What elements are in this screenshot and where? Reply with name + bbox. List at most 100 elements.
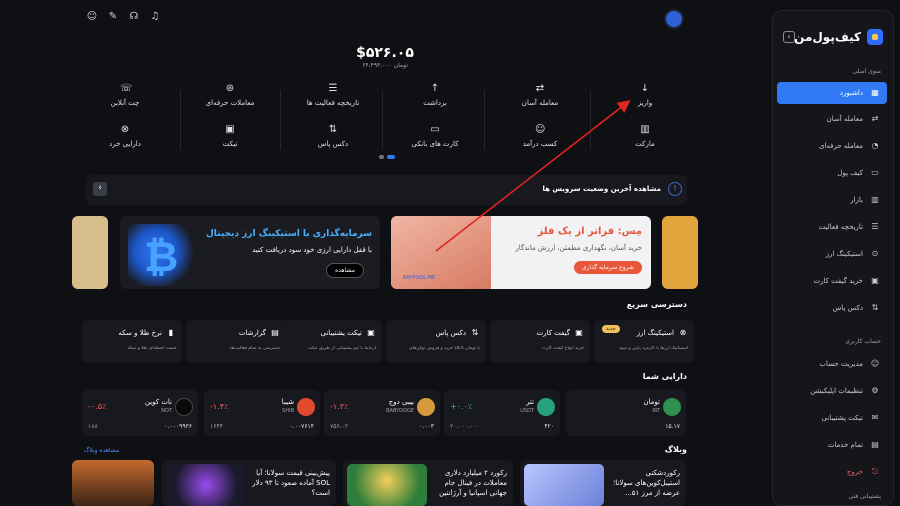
sidebar-item-label: بازار (850, 196, 863, 204)
total-balance: $۵۲۶.۰۵ (356, 45, 414, 61)
action-market[interactable]: ▥ مارکت (595, 125, 695, 149)
carousel-dot[interactable] (379, 155, 384, 159)
action-small-assets[interactable]: ⊗ دارایی خرد (75, 124, 175, 149)
blog-image (524, 464, 604, 506)
action-earn[interactable]: ☺ کسب درآمد (490, 125, 590, 149)
sidebar-item-staking[interactable]: استیکینگ ارز ⊙ (777, 243, 887, 265)
action-easy-trade[interactable]: ⇄ معامله آسان (490, 83, 590, 108)
headset-icon[interactable]: ☊ (128, 11, 140, 23)
asset-name: شیبا (281, 398, 294, 406)
asset-card-usdt[interactable]: +۰.۰٪ تتر USDT ۴۲۰ ۲۰،۰۰۰،۰۰۰ (444, 390, 560, 436)
sidebar-section-account: حساب کاربری (845, 338, 881, 345)
action-deposit[interactable]: ↓ واریز (595, 83, 695, 108)
avatar[interactable] (664, 9, 684, 29)
assets-title: دارایی شما (642, 372, 687, 381)
asset-price: ۲۰،۰۰۰،۰۰۰ (450, 423, 480, 430)
brand-logo[interactable]: کیف‌پول‌من (794, 29, 883, 45)
bell-icon[interactable]: ♫ (149, 11, 161, 23)
banner-copper[interactable]: RAYPOOL.ME مِس: فراتر از یک فلز خرید آسا… (391, 216, 651, 289)
sidebar-item-label: تیکت پشتیبانی (821, 414, 863, 422)
quick-card-sub: دسترسی به تمام فعالیت‌ها (230, 346, 280, 351)
quick-card-dex[interactable]: دکس پاس ⇅ خرید و فروش توکن‌های DEX با توم… (386, 320, 486, 363)
asset-card-babydoge[interactable]: -۱.۳٪ بیبی دوج BABYDOGE ۰.۰۰۳ ۷۵۶،۰۲ (324, 390, 440, 436)
sidebar-item-support[interactable]: تیکت پشتیبانی ✉ (777, 407, 887, 429)
sidebar-item-dashboard[interactable]: داشبورد ▦ (777, 82, 887, 104)
quick-card-sub: ارتباط با تیم پشتیبانی از طریق تیکت (307, 346, 376, 351)
asset-change: -۱.۳٪ (330, 402, 349, 411)
profile-icon[interactable]: ☺ (86, 11, 98, 23)
service-status-bar[interactable]: ! مشاهده آخرین وضعیت سرویس ها ‹ (86, 175, 687, 205)
asset-card-not[interactable]: -۰.۵٪ نات کوین NOT ۰.۰۰۰۹۹۳۶ ۱۸۸ (82, 390, 198, 436)
service-status-title: مشاهده آخرین وضعیت سرویس ها (542, 185, 661, 193)
divider (590, 90, 591, 150)
blog-card-title: پیش‌بینی قیمت سولانا؛ آیا SOL آماده صعود… (252, 469, 330, 497)
action-label: مارکت (635, 140, 655, 148)
sidebar-item-logout[interactable]: خروج ⎋ (777, 461, 887, 483)
sidebar-item-wallet[interactable]: کیف پول ▭ (777, 162, 887, 184)
blog-card-partial[interactable] (72, 460, 154, 506)
sidebar-item-label: تاریخچه فعالیت (818, 223, 863, 231)
gold-icon: ▮ (168, 328, 174, 337)
stake-icon: ⊙ (871, 249, 879, 258)
action-label: برداشت (423, 99, 447, 107)
quick-card-staking[interactable]: جدید استیکینگ ارز ⊗ استیکینگ ارزها با کار… (594, 320, 694, 363)
banner-partial-left[interactable] (72, 216, 108, 289)
quick-card-sub: استیکینگ ارزها با کارمزد پایین و سود (618, 346, 688, 351)
dex-icon: ⇅ (328, 124, 338, 135)
edit-icon[interactable]: ✎ (107, 11, 119, 23)
asset-change: -۰.۵٪ (88, 402, 107, 411)
blog-card[interactable]: رکوردشکنی استیبل‌کوین‌های سولانا؛ عرضه ا… (520, 460, 686, 506)
history-icon: ☰ (328, 83, 338, 94)
quick-card-gift[interactable]: گیفت کارت ▣ خرید انواع گیفت کارت (490, 320, 590, 363)
action-ticket[interactable]: ▣ تیکت (180, 124, 280, 149)
banner-view-button[interactable]: مشاهده (326, 263, 364, 278)
asset-card-irt[interactable]: تومان IRT ۱۵.۱۷ (566, 390, 686, 436)
swap-icon: ⇄ (535, 83, 545, 94)
sidebar-item-dex-pass[interactable]: دکس پاس ⇅ (777, 297, 887, 319)
quick-card-reports[interactable]: گزارشات ▤ دسترسی به تمام فعالیت‌ها (186, 320, 286, 363)
asset-change: -۱.۴٪ (210, 402, 229, 411)
sidebar-item-account[interactable]: مدیریت حساب ☺ (777, 353, 887, 375)
action-label: کسب درآمد (522, 140, 558, 148)
logo-mark-icon (867, 29, 883, 45)
action-withdraw[interactable]: ↑ برداشت (385, 84, 485, 108)
sidebar-item-label: کیف پول (837, 169, 863, 177)
quick-card-title: گزارشات (238, 329, 266, 337)
carousel-dot-active[interactable] (387, 155, 395, 159)
sidebar-item-all-services[interactable]: تمام خدمات ▤ (777, 434, 887, 456)
sidebar-item-label: مدیریت حساب (819, 360, 863, 368)
ticket-icon: ▣ (225, 124, 235, 135)
banner-invest-button[interactable]: شروع سرمایه گذاری (573, 261, 642, 274)
blog-more-link[interactable]: مشاهده وبلاگ (84, 447, 119, 454)
sidebar-item-market[interactable]: بازار ▥ (777, 189, 887, 211)
chevron-left-icon[interactable]: ‹ (93, 182, 107, 196)
banner-partial-right[interactable] (662, 216, 698, 289)
babydoge-coin-icon (417, 398, 435, 416)
sidebar-item-history[interactable]: تاریخچه فعالیت ☰ (777, 216, 887, 238)
blog-card[interactable]: پیش‌بینی قیمت سولانا؛ آیا SOL آماده صعود… (162, 460, 336, 506)
collapse-sidebar-button[interactable]: ‹ (783, 31, 795, 43)
quick-card-gold[interactable]: نرخ طلا و سکه ▮ قیمت لحظه‌ای طلا و سکه (82, 320, 182, 363)
coin-icon: ⊗ (120, 124, 130, 135)
action-pro-trade[interactable]: ⊛ معاملات حرفه‌ای (180, 84, 280, 108)
wallet-icon: ▭ (871, 168, 879, 177)
banner-staking[interactable]: ₿ سرمایه‌گذاری با استیکینگ ارز دیجیتال ب… (120, 216, 380, 289)
blog-card[interactable]: رکورد ۲ میلیارد دلاری معاملات در فینال ج… (343, 460, 513, 506)
sidebar-item-gift-card[interactable]: خرید گیفت کارت ▣ (777, 270, 887, 292)
asset-symbol: NOT (161, 408, 172, 414)
sidebar-item-label: تنظیمات اپلیکیشن (810, 387, 863, 395)
sidebar-item-pro-trade[interactable]: معامله حرفه‌ای ◔ (777, 135, 887, 157)
dex-icon: ⇅ (871, 303, 879, 312)
arrow-down-icon: ↓ (640, 83, 650, 94)
apps-icon: ▤ (871, 440, 879, 449)
asset-symbol: BABYDOGE (386, 408, 414, 414)
action-bank-cards[interactable]: ▭ کارت های بانکی (385, 125, 485, 149)
action-chat[interactable]: ☏ چت آنلاین (75, 84, 175, 108)
sidebar-item-easy-trade[interactable]: معامله آسان ⇄ (777, 108, 887, 130)
blog-card-title: رکورد ۲ میلیارد دلاری معاملات در فینال ج… (439, 469, 507, 497)
asset-card-shib[interactable]: -۱.۴٪ شیبا SHIB ۰.۰۰۷۶۱۴ ۱۶۴۴ (204, 390, 320, 436)
action-dex-pass[interactable]: ⇅ دکس پاس (283, 124, 383, 149)
sidebar-item-settings[interactable]: تنظیمات اپلیکیشن ⚙ (777, 380, 887, 402)
quick-card-ticket[interactable]: تیکت پشتیبانی ▣ ارتباط با تیم پشتیبانی از… (282, 320, 382, 363)
action-history[interactable]: ☰ تاریخچه فعالیت ها (283, 83, 383, 108)
